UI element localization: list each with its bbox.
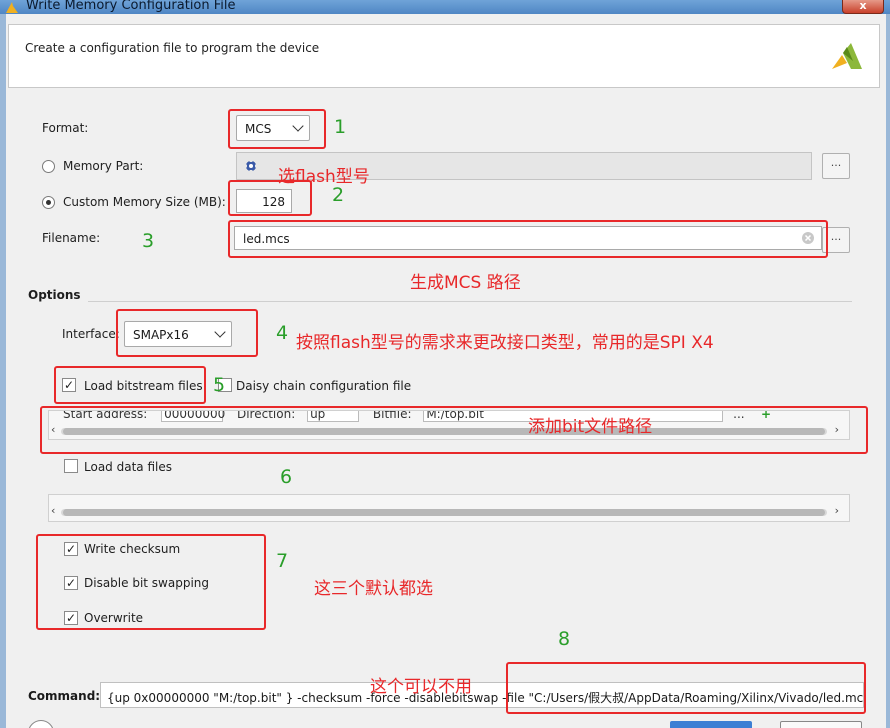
- annotation-box-checkboxes: [36, 534, 266, 630]
- data-hscroll[interactable]: ‹ ›: [49, 504, 839, 518]
- annotation-box-bitstream-list: [40, 406, 868, 454]
- annotation-number-8: 8: [558, 628, 571, 650]
- annotation-number-6: 6: [280, 466, 293, 488]
- annotation-number-2: 2: [332, 184, 345, 206]
- annotation-text-mcs-path: 生成MCS 路径: [410, 273, 521, 293]
- annotation-number-4: 4: [276, 322, 289, 344]
- app-logo-icon: [6, 2, 18, 13]
- scroll-thumb[interactable]: [63, 509, 825, 516]
- data-file-list[interactable]: ‹ ›: [48, 494, 850, 522]
- memory-part-label: Memory Part:: [63, 159, 144, 173]
- close-button[interactable]: x: [842, 0, 884, 14]
- filename-label: Filename:: [42, 231, 101, 245]
- annotation-text-flash-model: 选flash型号: [278, 167, 370, 187]
- memory-part-browse-button[interactable]: ...: [822, 153, 850, 179]
- annotation-box-command: [506, 662, 866, 714]
- annotation-box-interface: [116, 309, 258, 357]
- command-label: Command:: [28, 689, 101, 703]
- annotation-box-load-bitstream: [54, 366, 206, 404]
- annotation-number-5: 5: [213, 374, 226, 396]
- custom-memory-label: Custom Memory Size (MB):: [63, 195, 226, 209]
- memory-part-radio[interactable]: [42, 160, 55, 173]
- header-panel: Create a configuration file to program t…: [8, 24, 880, 88]
- interface-label: Interface:: [62, 327, 120, 341]
- scroll-left-icon[interactable]: ‹: [51, 504, 55, 517]
- ok-button[interactable]: [670, 721, 752, 728]
- cancel-button[interactable]: [780, 721, 862, 728]
- annotation-box-filename: [228, 220, 828, 258]
- title-bar: Write Memory Configuration File x: [0, 0, 890, 14]
- format-label: Format:: [42, 121, 89, 135]
- annotation-text-unused: 这个可以不用: [370, 677, 472, 697]
- annotation-number-3: 3: [142, 230, 155, 252]
- annotation-number-1: 1: [334, 116, 347, 138]
- custom-memory-radio[interactable]: [42, 196, 55, 209]
- xilinx-logo-icon: [832, 43, 862, 69]
- annotation-text-bit-path: 添加bit文件路径: [528, 417, 653, 437]
- scroll-right-icon[interactable]: ›: [835, 504, 839, 517]
- annotation-text-interface-note: 按照flash型号的需求来更改接口类型，常用的是SPI X4: [296, 333, 714, 353]
- options-section-title: Options: [28, 288, 81, 302]
- annotation-text-three-default: 这三个默认都选: [314, 579, 433, 599]
- chip-icon: [246, 161, 256, 171]
- header-description: Create a configuration file to program t…: [25, 41, 320, 55]
- window-title: Write Memory Configuration File: [26, 0, 236, 13]
- load-data-checkbox[interactable]: [64, 459, 78, 473]
- daisy-chain-label: Daisy chain configuration file: [236, 379, 412, 393]
- annotation-box-format: [228, 109, 326, 149]
- annotation-number-7: 7: [276, 550, 289, 572]
- load-data-label: Load data files: [84, 460, 172, 474]
- options-divider: [88, 301, 852, 302]
